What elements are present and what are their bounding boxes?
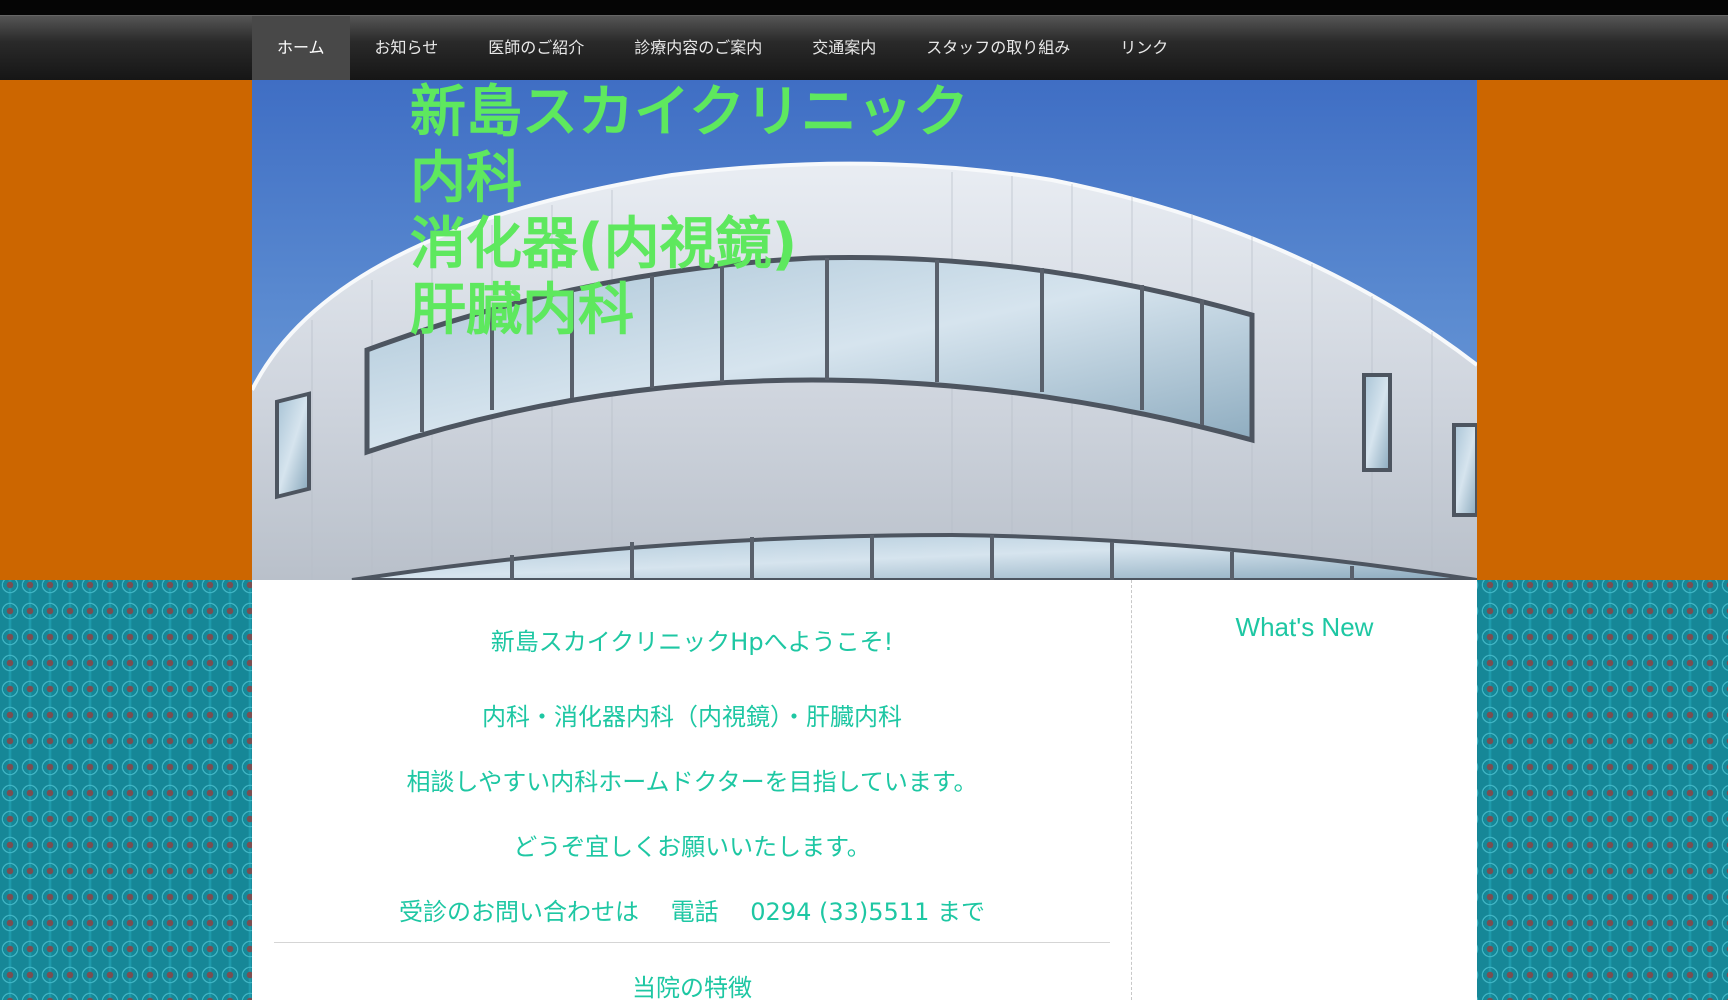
site-title-line-2: 内科 — [410, 146, 522, 211]
nav-item-access[interactable]: 交通案内 — [787, 16, 901, 80]
nav-menu: ホーム お知らせ 医師のご紹介 診療内容のご案内 交通案内 スタッフの取り組み … — [252, 16, 1193, 80]
section-divider — [274, 942, 1110, 943]
nav-item-home[interactable]: ホーム — [252, 16, 350, 80]
site-title-line-1: 新島スカイクリニック — [410, 80, 969, 145]
nav-item-staff[interactable]: スタッフの取り組み — [901, 16, 1095, 80]
site-title: 新島スカイクリニック 内科 消化器(内視鏡) 肝臓内科 — [410, 80, 1110, 344]
departments-text: 内科・消化器内科（内視鏡）・肝臓内科 — [482, 703, 902, 731]
nav-item-links[interactable]: リンク — [1095, 16, 1193, 80]
whats-new-heading: What's New — [1235, 612, 1374, 642]
nav-item-doctor[interactable]: 医師のご紹介 — [463, 16, 609, 80]
mission-text: 相談しやすい内科ホームドクターを目指しています。 — [406, 768, 978, 796]
features-heading: 当院の特徴 — [632, 974, 752, 1000]
site-title-line-3: 消化器(内視鏡) — [410, 212, 798, 277]
top-strip — [0, 0, 1728, 15]
greeting-text: どうぞ宜しくお願いいたします。 — [513, 833, 871, 861]
nav-item-services[interactable]: 診療内容のご案内 — [609, 16, 787, 80]
welcome-heading: 新島スカイクリニックHpへようこそ! — [490, 628, 894, 656]
main-navigation: ホーム お知らせ 医師のご紹介 診療内容のご案内 交通案内 スタッフの取り組み … — [0, 15, 1728, 80]
header-building-image: 新島スカイクリニック 内科 消化器(内視鏡) 肝臓内科 — [252, 80, 1477, 580]
nav-item-news[interactable]: お知らせ — [350, 16, 464, 80]
contact-phone-text: 受診のお問い合わせは 電話 0294 (33)5511 まで — [399, 898, 985, 926]
main-content: 新島スカイクリニックHpへようこそ! 内科・消化器内科（内視鏡）・肝臓内科 相談… — [252, 580, 1132, 1000]
sidebar: What's New — [1132, 580, 1477, 1000]
site-title-line-4: 肝臓内科 — [410, 278, 634, 343]
